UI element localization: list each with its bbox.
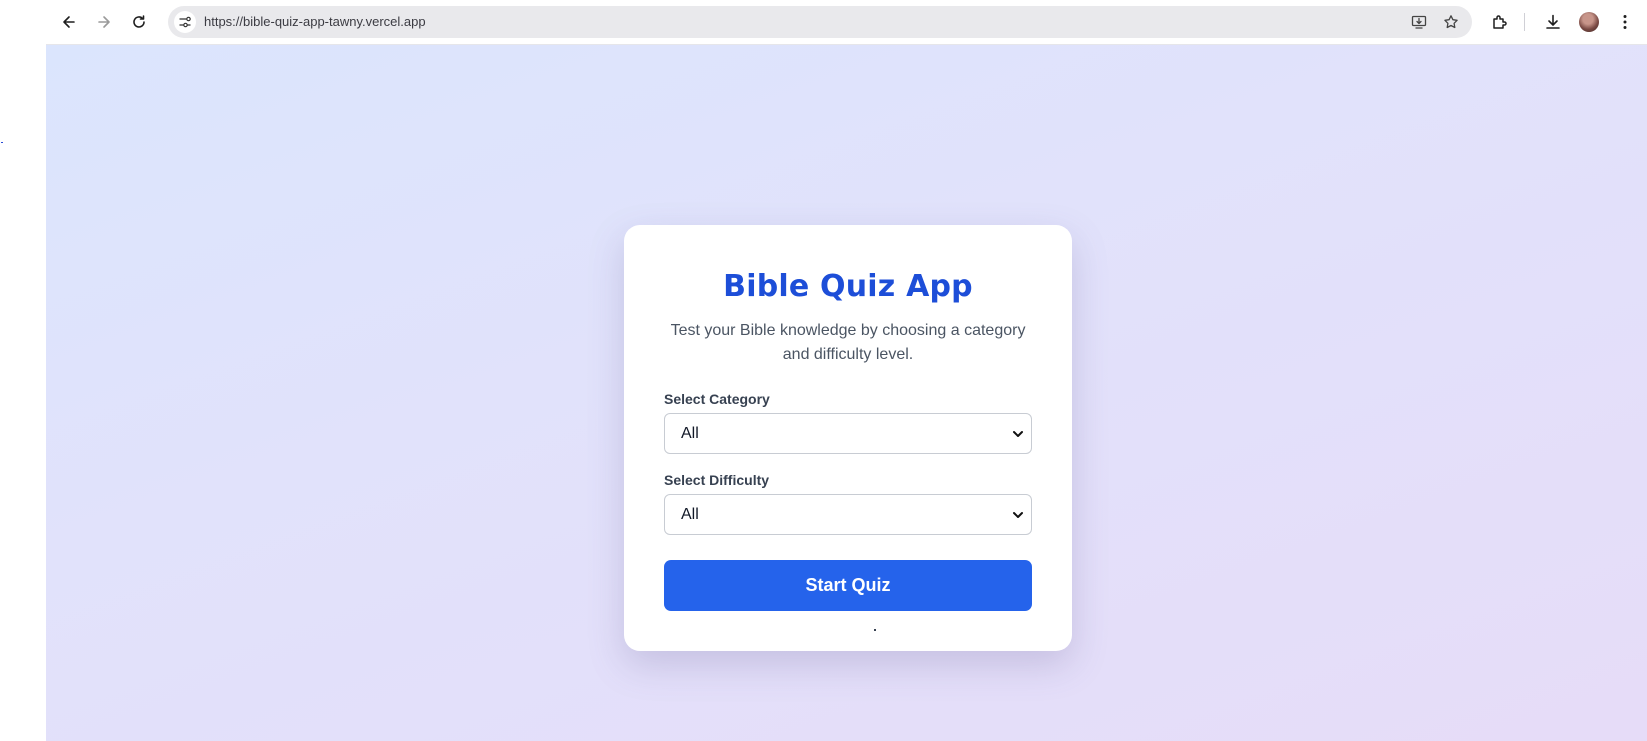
more-menu-icon[interactable] [1614,11,1636,33]
category-label: Select Category [664,391,770,407]
left-margin [0,0,46,741]
site-info-icon[interactable] [174,11,196,33]
difficulty-select[interactable]: All [664,494,1032,535]
url-text[interactable]: https://bible-quiz-app-tawny.vercel.app [204,14,426,29]
forward-arrow-icon[interactable] [91,9,117,35]
reload-icon[interactable] [126,9,152,35]
bookmark-star-icon[interactable] [1442,13,1460,31]
profile-avatar[interactable] [1579,12,1599,32]
toolbar-divider [1524,13,1525,31]
difficulty-selected-value: All [681,506,699,523]
page-viewport: Bible Quiz App Test your Bible knowledge… [46,45,1647,741]
back-arrow-icon[interactable] [56,9,82,35]
start-quiz-button[interactable]: Start Quiz [664,560,1032,611]
chevron-down-icon [1013,512,1023,518]
difficulty-label: Select Difficulty [664,472,770,488]
browser-toolbar: https://bible-quiz-app-tawny.vercel.app [46,0,1647,45]
page-title: Bible Quiz App [723,269,973,304]
extensions-icon[interactable] [1489,11,1511,33]
stray-mark [874,629,876,631]
install-app-icon[interactable] [1410,13,1428,31]
address-bar[interactable]: https://bible-quiz-app-tawny.vercel.app [168,6,1472,38]
stray-mark [1,142,3,143]
category-selected-value: All [681,425,699,442]
download-icon[interactable] [1542,11,1564,33]
quiz-setup-card: Bible Quiz App Test your Bible knowledge… [624,225,1072,651]
chevron-down-icon [1013,431,1023,437]
category-select[interactable]: All [664,413,1032,454]
page-subtitle: Test your Bible knowledge by choosing a … [670,322,1026,363]
